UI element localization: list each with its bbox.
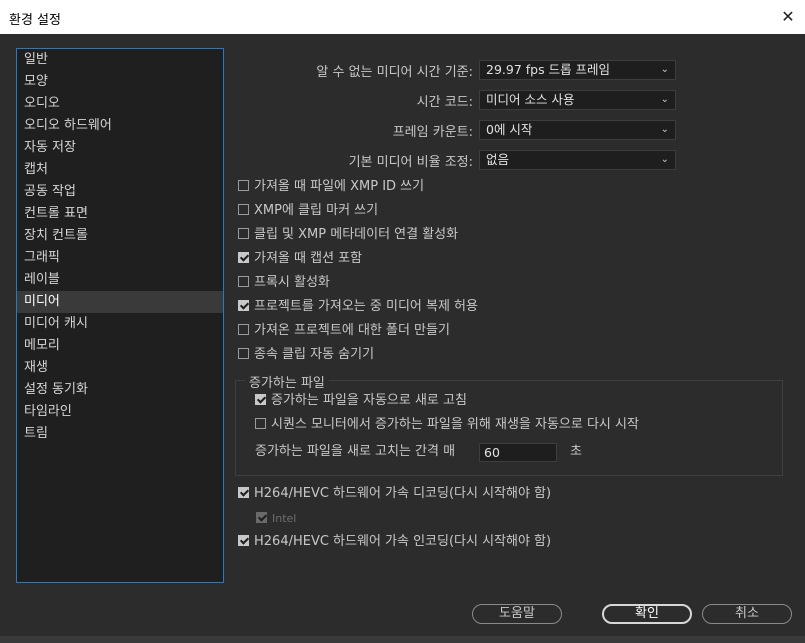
checkbox-label: 시퀀스 모니터에서 증가하는 파일을 위해 재생을 자동으로 다시 시작 xyxy=(271,417,639,432)
sidebar-item-device-control[interactable]: 장치 컨트롤 xyxy=(17,225,223,247)
timebase-dropdown[interactable]: 29.97 fps 드롭 프레임 ⌄ xyxy=(479,60,676,80)
checkbox-icon xyxy=(238,228,249,239)
sidebar-item-appearance[interactable]: 모양 xyxy=(17,71,223,93)
sidebar-item-audio-hardware[interactable]: 오디오 하드웨어 xyxy=(17,115,223,137)
timecode-dropdown[interactable]: 미디어 소스 사용 ⌄ xyxy=(479,90,676,110)
checkbox-icon xyxy=(238,535,249,546)
scale-dropdown[interactable]: 없음 ⌄ xyxy=(479,150,676,170)
checkbox-icon xyxy=(238,300,249,311)
sidebar-item-playback[interactable]: 재생 xyxy=(17,357,223,379)
auto-refresh-checkbox[interactable]: 증가하는 파일을 자동으로 새로 고침 xyxy=(255,392,467,410)
hide-subclips-checkbox[interactable]: 종속 클립 자동 숨기기 xyxy=(238,346,374,364)
frame-count-dropdown[interactable]: 0에 시작 ⌄ xyxy=(479,120,676,140)
sidebar-item-graphics[interactable]: 그래픽 xyxy=(17,247,223,269)
checkbox-label: XMP에 클립 마커 쓰기 xyxy=(254,203,379,218)
checkbox-icon xyxy=(255,394,266,405)
checkbox-label: 증가하는 파일을 자동으로 새로 고침 xyxy=(271,393,467,408)
checkbox-icon xyxy=(255,418,266,429)
sidebar-item-media-cache[interactable]: 미디어 캐시 xyxy=(17,313,223,335)
checkbox-icon xyxy=(238,180,249,191)
interval-unit: 초 xyxy=(570,444,582,459)
background-strip xyxy=(0,636,805,643)
chevron-down-icon: ⌄ xyxy=(660,154,669,165)
cancel-button[interactable]: 취소 xyxy=(702,604,792,624)
window-title: 환경 설정 xyxy=(9,13,61,28)
scale-value: 없음 xyxy=(486,152,510,167)
checkbox-icon xyxy=(238,252,249,263)
sidebar-item-media[interactable]: 미디어 xyxy=(17,291,223,313)
refresh-interval-input[interactable]: 60 xyxy=(479,443,557,462)
checkbox-icon xyxy=(238,204,249,215)
hw-decode-checkbox[interactable]: H264/HEVC 하드웨어 가속 디코딩(다시 시작해야 함) xyxy=(238,485,551,503)
hw-encode-checkbox[interactable]: H264/HEVC 하드웨어 가속 인코딩(다시 시작해야 함) xyxy=(238,533,551,551)
timecode-label: 시간 코드: xyxy=(416,95,473,110)
category-list: 일반 모양 오디오 오디오 하드웨어 자동 저장 캡처 공동 작업 컨트롤 표면… xyxy=(16,48,224,583)
sidebar-item-general[interactable]: 일반 xyxy=(17,49,223,71)
checkbox-icon xyxy=(238,324,249,335)
timebase-value: 29.97 fps 드롭 프레임 xyxy=(486,62,611,77)
timebase-label: 알 수 없는 미디어 시간 기준: xyxy=(316,65,473,80)
xmp-id-checkbox[interactable]: 가져올 때 파일에 XMP ID 쓰기 xyxy=(238,178,424,196)
sidebar-item-labels[interactable]: 레이블 xyxy=(17,269,223,291)
sidebar-item-auto-save[interactable]: 자동 저장 xyxy=(17,137,223,159)
checkbox-label: 가져온 프로젝트에 대한 폴더 만들기 xyxy=(254,323,450,338)
create-folder-checkbox[interactable]: 가져온 프로젝트에 대한 폴더 만들기 xyxy=(238,322,450,340)
checkbox-icon xyxy=(256,512,267,523)
sidebar-item-control-surface[interactable]: 컨트롤 표면 xyxy=(17,203,223,225)
checkbox-label: 클립 및 XMP 메타데이터 연결 활성화 xyxy=(254,227,459,242)
sidebar-item-sync-settings[interactable]: 설정 동기화 xyxy=(17,379,223,401)
enable-proxy-checkbox[interactable]: 프록시 활성화 xyxy=(238,274,330,292)
checkbox-label: 종속 클립 자동 숨기기 xyxy=(254,347,375,362)
scale-label: 기본 미디어 비율 조정: xyxy=(348,155,473,170)
xmp-clip-markers-checkbox[interactable]: XMP에 클립 마커 쓰기 xyxy=(238,202,378,220)
checkbox-icon xyxy=(238,487,249,498)
frame-count-value: 0에 시작 xyxy=(486,122,533,137)
auto-restart-playback-checkbox[interactable]: 시퀀스 모니터에서 증가하는 파일을 위해 재생을 자동으로 다시 시작 xyxy=(255,416,639,434)
checkbox-icon xyxy=(238,348,249,359)
frame-count-label: 프레임 카운트: xyxy=(392,125,473,140)
close-icon[interactable]: ✕ xyxy=(771,0,805,34)
ok-button[interactable]: 확인 xyxy=(602,604,692,624)
sidebar-item-memory[interactable]: 메모리 xyxy=(17,335,223,357)
metadata-link-checkbox[interactable]: 클립 및 XMP 메타데이터 연결 활성화 xyxy=(238,226,458,244)
sidebar-item-collaboration[interactable]: 공동 작업 xyxy=(17,181,223,203)
sidebar-item-trim[interactable]: 트림 xyxy=(17,423,223,445)
growing-files-title: 증가하는 파일 xyxy=(245,372,329,391)
checkbox-label: Intel xyxy=(272,512,297,525)
title-bar: 환경 설정 ✕ xyxy=(0,0,805,34)
checkbox-label: 가져올 때 캡션 포함 xyxy=(254,251,363,266)
sidebar-item-audio[interactable]: 오디오 xyxy=(17,93,223,115)
intel-checkbox: Intel xyxy=(256,510,296,528)
checkbox-label: H264/HEVC 하드웨어 가속 디코딩(다시 시작해야 함) xyxy=(254,486,552,501)
checkbox-label: 프록시 활성화 xyxy=(254,275,330,290)
checkbox-label: 가져올 때 파일에 XMP ID 쓰기 xyxy=(254,179,425,194)
refresh-interval-label: 증가하는 파일을 새로 고치는 간격 매 xyxy=(255,444,456,459)
sidebar-item-timeline[interactable]: 타임라인 xyxy=(17,401,223,423)
duplicate-media-checkbox[interactable]: 프로젝트를 가져오는 중 미디어 복제 허용 xyxy=(238,298,478,316)
help-button[interactable]: 도움말 xyxy=(472,604,562,624)
chevron-down-icon: ⌄ xyxy=(660,94,669,105)
checkbox-label: H264/HEVC 하드웨어 가속 인코딩(다시 시작해야 함) xyxy=(254,534,552,549)
checkbox-label: 프로젝트를 가져오는 중 미디어 복제 허용 xyxy=(254,299,478,314)
checkbox-icon xyxy=(238,276,249,287)
include-captions-checkbox[interactable]: 가져올 때 캡션 포함 xyxy=(238,250,362,268)
sidebar-item-capture[interactable]: 캡처 xyxy=(17,159,223,181)
chevron-down-icon: ⌄ xyxy=(660,64,669,75)
timecode-value: 미디어 소스 사용 xyxy=(486,92,575,107)
chevron-down-icon: ⌄ xyxy=(660,124,669,135)
